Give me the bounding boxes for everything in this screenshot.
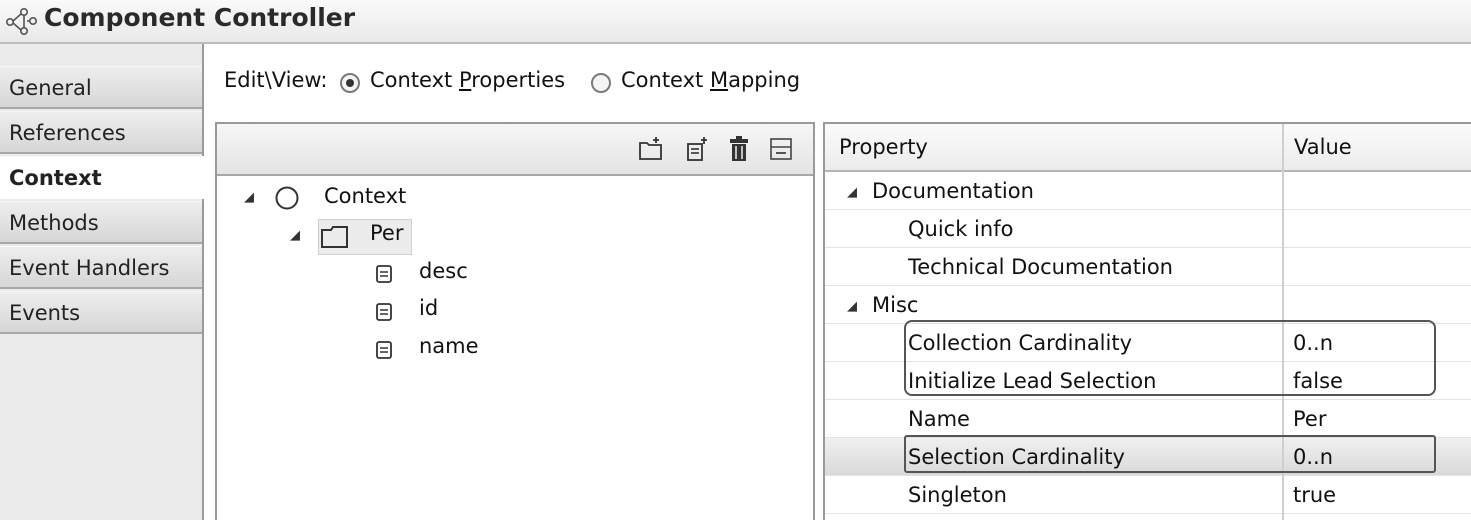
attribute-icon — [376, 303, 392, 321]
editor-tab-strip: General References Context Methods Event… — [0, 44, 204, 520]
table-row[interactable]: Name Per — [825, 400, 1471, 438]
misc-expand-toggle[interactable]: ◢ — [847, 299, 857, 314]
documentation-expand-toggle[interactable]: ◢ — [847, 185, 857, 200]
tree-toolbar — [217, 124, 813, 176]
highlight-callout-cardinality-lead — [904, 320, 1436, 396]
properties-table: Property Value ◢ Documentation Quick inf… — [823, 122, 1471, 520]
tab-references[interactable]: References — [0, 111, 202, 154]
context-properties-label[interactable]: Context Properties — [370, 68, 565, 92]
context-tree-panel: ◢ Context ◢ Per desc id name — [215, 122, 815, 520]
editor-title: Component Controller — [44, 3, 356, 32]
context-mapping-radio[interactable] — [591, 73, 611, 93]
tree-attribute-desc[interactable]: desc — [419, 259, 468, 283]
property-name: Technical Documentation — [908, 255, 1173, 279]
node-folder-icon — [321, 226, 348, 248]
tree-attribute-name[interactable]: name — [419, 334, 479, 358]
value-column-header[interactable]: Value — [1294, 135, 1352, 159]
tree-node-per[interactable]: Per — [370, 221, 403, 245]
property-name: Singleton — [908, 483, 1007, 507]
tab-events[interactable]: Events — [0, 291, 202, 334]
tree-node-context[interactable]: Context — [324, 184, 406, 208]
property-value[interactable]: Per — [1293, 407, 1326, 431]
new-node-icon[interactable] — [637, 135, 665, 163]
attribute-icon — [376, 265, 392, 283]
context-mapping-label[interactable]: Context Mapping — [621, 68, 800, 92]
editview-label: Edit\View: — [224, 68, 328, 92]
highlight-callout-selection-cardinality — [904, 435, 1436, 473]
property-value[interactable]: true — [1293, 483, 1336, 507]
new-attribute-icon[interactable] — [683, 135, 711, 163]
tree-attribute-id[interactable]: id — [419, 296, 438, 320]
per-expand-toggle[interactable]: ◢ — [290, 228, 300, 243]
tab-event-handlers[interactable]: Event Handlers — [0, 246, 202, 289]
tab-context[interactable]: Context — [0, 156, 204, 199]
group-label: Misc — [872, 293, 919, 317]
collapse-all-icon[interactable] — [767, 135, 795, 163]
group-row-documentation[interactable]: ◢ Documentation — [825, 172, 1471, 210]
group-row-misc[interactable]: ◢ Misc — [825, 286, 1471, 324]
table-row[interactable]: Singleton true — [825, 476, 1471, 514]
delete-icon[interactable] — [725, 135, 753, 163]
component-controller-icon — [5, 7, 37, 35]
table-row[interactable]: Quick info — [825, 210, 1471, 248]
property-name: Name — [908, 407, 970, 431]
property-name: Quick info — [908, 217, 1014, 241]
tab-methods[interactable]: Methods — [0, 201, 202, 244]
group-label: Documentation — [872, 179, 1034, 203]
context-properties-radio[interactable] — [340, 73, 360, 93]
title-bar: Component Controller — [0, 0, 1471, 44]
attribute-icon — [376, 341, 392, 359]
context-root-icon — [275, 186, 299, 210]
table-row[interactable]: Technical Documentation — [825, 248, 1471, 286]
properties-header: Property Value — [825, 124, 1471, 172]
tab-general[interactable]: General — [0, 66, 202, 109]
context-expand-toggle[interactable]: ◢ — [244, 190, 254, 205]
property-column-header[interactable]: Property — [839, 135, 928, 159]
